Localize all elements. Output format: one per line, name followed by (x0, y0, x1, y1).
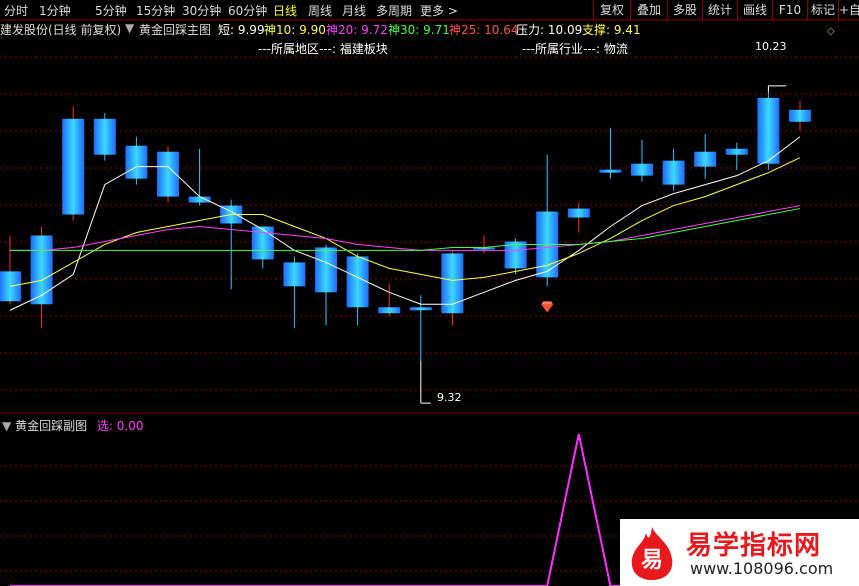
candle-body (725, 148, 748, 155)
candle-body (567, 208, 590, 218)
sub-indicator-menu-icon[interactable]: ▼ (2, 419, 11, 433)
sub-chart-header: ▼ 黄金回踩副图 选: 0.00 (2, 417, 143, 434)
candle-body (125, 145, 148, 179)
candle-body (757, 97, 780, 164)
candle-body (188, 196, 211, 203)
candle-body (789, 109, 811, 122)
select-value: 选: 0.00 (96, 419, 144, 433)
candle-body (346, 256, 369, 308)
grid-lines (0, 19, 859, 572)
ma-magenta-line (10, 205, 801, 251)
candle-body (62, 118, 85, 215)
candle-body (378, 307, 401, 314)
signal-gem-icon (541, 304, 554, 313)
candle-body (93, 118, 116, 155)
ma-green-line (10, 208, 801, 251)
candle-body (30, 235, 53, 305)
logo-mark-text: 易 (641, 548, 663, 573)
signal-gem-top (541, 301, 554, 305)
candle-body (631, 163, 653, 176)
candle-body (599, 169, 622, 173)
candle-body (409, 307, 432, 311)
annotations (420, 85, 786, 404)
sub-indicator-name[interactable]: 黄金回踩副图 (15, 419, 87, 433)
watermark-logo: 易 易学指标网 www.108096.com (620, 519, 859, 586)
candlestick-chart[interactable] (0, 0, 859, 586)
logo-url: www.108096.com (690, 559, 834, 578)
diamond-icon[interactable]: ◇ (827, 26, 835, 37)
logo-text: 易学指标网 (686, 531, 822, 561)
candle-body (315, 247, 337, 293)
candle-body (694, 151, 717, 167)
flame-logo-icon: 易 (631, 527, 673, 580)
candle-body (283, 262, 306, 287)
candle-body (662, 160, 685, 185)
high-price-label: 10.23 (755, 40, 787, 53)
low-price-label: 9.32 (437, 391, 462, 404)
